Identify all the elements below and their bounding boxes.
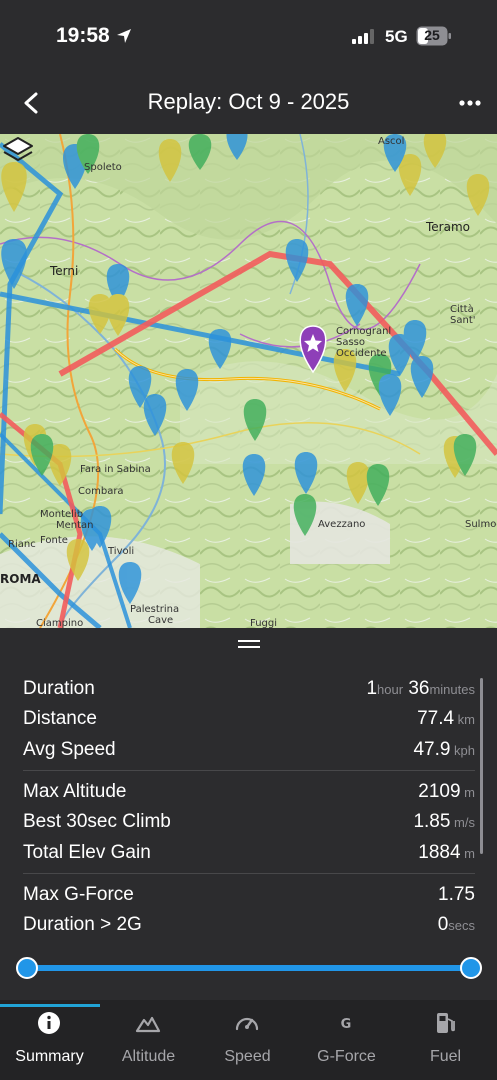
stats-list[interactable]: Duration 1hour 36minutes Distance 77.4 k… (0, 674, 497, 932)
tab-label: G-Force (317, 1048, 376, 1065)
tab-bar: Summary Altitude Speed G G-Force Fuel (0, 1000, 497, 1080)
page-title: Replay: Oct 9 - 2025 (147, 89, 350, 114)
tab-label: Summary (15, 1048, 84, 1065)
tab-label: Speed (224, 1048, 271, 1065)
map-canvas[interactable] (0, 134, 497, 628)
stat-value: 47.9 kph (413, 739, 475, 760)
map-city-label: Spoleto (84, 162, 122, 173)
stat-row-total-elev-gain: Total Elev Gain 1884 m (23, 838, 475, 866)
stat-value: 1884 m (418, 842, 475, 863)
map-city-label: Teramo (426, 220, 470, 234)
stat-value: 1.75 (438, 884, 475, 905)
stat-label: Duration > 2G (23, 914, 142, 932)
fuel-pump-icon (437, 1013, 455, 1033)
drag-handle-icon[interactable] (238, 640, 260, 648)
map-city-label: ROMA (0, 572, 41, 586)
signal-icon (352, 29, 374, 44)
map-city-label: Fuggi (250, 618, 278, 628)
map-city-label: Terni (50, 264, 79, 278)
stat-label: Avg Speed (23, 739, 116, 760)
slider-end-handle[interactable] (460, 957, 482, 979)
stat-label: Total Elev Gain (23, 842, 151, 863)
map-city-label: Fonte (40, 535, 68, 546)
more-options-icon[interactable] (456, 94, 484, 112)
stat-row-duration: Duration 1hour 36minutes (23, 674, 475, 702)
stat-label: Max G-Force (23, 884, 134, 905)
network-type: 5G (385, 27, 408, 46)
map-city-label: Rianc (8, 539, 36, 550)
location-arrow-icon (117, 29, 131, 43)
status-time: 19:58 (56, 24, 110, 47)
nav-bar: Replay: Oct 9 - 2025 (0, 72, 497, 134)
slider-start-handle[interactable] (16, 957, 38, 979)
mountain-icon (135, 1016, 161, 1033)
layers-icon[interactable] (0, 134, 36, 170)
map-city-label: Sulmon (465, 519, 497, 530)
map-city-label: Palestrina (130, 604, 180, 615)
speedometer-icon (235, 1017, 259, 1031)
map-city-label: Avezzano (318, 519, 366, 530)
divider (23, 770, 475, 771)
svg-text:G: G (341, 1017, 352, 1032)
map-city-label: Città Sant' (450, 304, 476, 326)
stat-row-best-climb: Best 30sec Climb 1.85 m/s (23, 807, 475, 835)
active-tab-indicator (0, 1004, 100, 1007)
map-city-label: Fara in Sabina (80, 464, 151, 475)
tab-speed[interactable]: Speed (198, 1000, 297, 1078)
map-city-label: Cornogranl Sasso Occidente (336, 326, 392, 359)
stat-value: 0secs (437, 914, 475, 932)
info-icon (38, 1012, 60, 1034)
map-city-label: Ciampino (36, 618, 84, 628)
tab-g-force[interactable]: G G-Force (297, 1000, 396, 1078)
scrollbar[interactable] (480, 678, 483, 854)
stat-row-distance: Distance 77.4 km (23, 704, 475, 732)
tab-altitude[interactable]: Altitude (99, 1000, 198, 1078)
stat-row-duration-over-2g: Duration > 2G 0secs (23, 910, 475, 932)
stat-row-max-g-force: Max G-Force 1.75 (23, 880, 475, 908)
stat-label: Max Altitude (23, 781, 127, 802)
g-force-icon: G (341, 1017, 352, 1032)
stat-label: Best 30sec Climb (23, 811, 171, 832)
map-city-label: Montelib (40, 509, 84, 520)
replay-range-slider[interactable] (16, 956, 482, 980)
stat-label: Distance (23, 708, 97, 729)
stat-row-max-altitude: Max Altitude 2109 m (23, 777, 475, 805)
map-city-label: Tivoli (108, 546, 135, 557)
divider (23, 873, 475, 874)
stat-row-avg-speed: Avg Speed 47.9 kph (23, 735, 475, 763)
map-city-label: Ascol (378, 136, 405, 147)
stat-value: 2109 m (418, 781, 475, 802)
map-city-label: Mentan (56, 520, 94, 531)
status-bar: 19:58 5G 25 (0, 0, 497, 72)
battery-level: 25 (424, 27, 440, 43)
map-view[interactable]: Spoleto Terni Teramo Città Sant' Cornogr… (0, 134, 497, 628)
tab-summary[interactable]: Summary (0, 1000, 99, 1078)
stat-value: 1hour 36minutes (366, 678, 475, 699)
tab-fuel[interactable]: Fuel (396, 1000, 495, 1078)
stat-value: 1.85 m/s (413, 811, 475, 832)
summary-sheet: Duration 1hour 36minutes Distance 77.4 k… (0, 628, 497, 1080)
stat-label: Duration (23, 678, 95, 699)
tab-label: Altitude (121, 1048, 176, 1065)
tab-label: Fuel (429, 1048, 462, 1065)
map-city-label: Combara (78, 486, 124, 497)
stat-value: 77.4 km (417, 708, 475, 729)
slider-track[interactable] (26, 965, 472, 971)
map-city-label: Cave (148, 615, 174, 626)
